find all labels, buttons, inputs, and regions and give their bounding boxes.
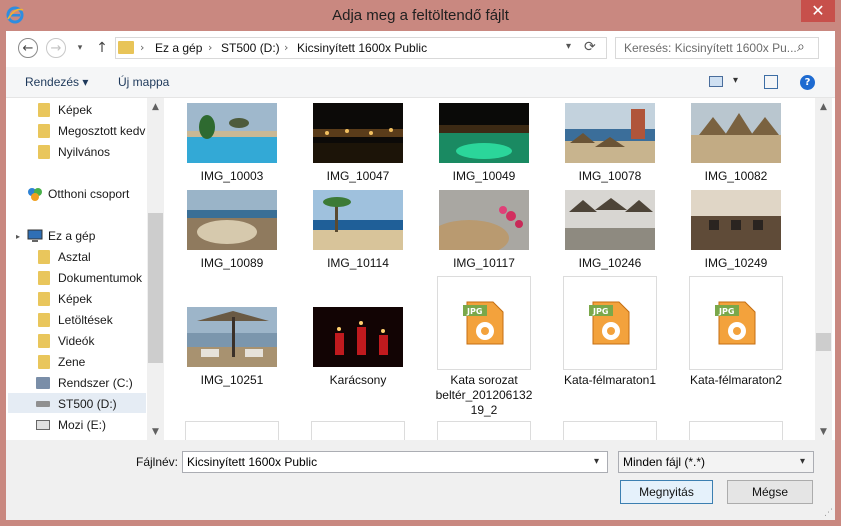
new-folder-button[interactable]: Új mappa <box>118 75 169 89</box>
image-thumbnail[interactable] <box>439 190 529 250</box>
refresh-icon[interactable]: ⟳ <box>584 39 596 55</box>
file-name[interactable]: IMG_10082 <box>676 169 796 184</box>
image-thumbnail[interactable] <box>565 190 655 250</box>
file-name[interactable]: IMG_10246 <box>550 256 670 271</box>
file-name[interactable]: IMG_10049 <box>424 169 544 184</box>
scroll-up-icon[interactable]: ▲ <box>148 102 163 112</box>
nav-item-documents[interactable]: Dokumentumok <box>58 271 146 291</box>
filename-input[interactable]: Kicsinyített 1600x Public <box>182 451 608 473</box>
search-placeholder: Keresés: Kicsinyített 1600x Pu... <box>624 41 797 55</box>
chevron-down-icon[interactable]: ▾ <box>594 456 599 467</box>
chevron-down-icon[interactable]: ▾ <box>800 456 805 467</box>
homegroup-icon <box>28 188 42 201</box>
image-thumbnail[interactable] <box>691 103 781 163</box>
videos-folder-icon <box>38 334 50 348</box>
image-thumbnail[interactable] <box>439 103 529 163</box>
file-name[interactable]: Karácsony <box>298 373 418 388</box>
desktop-folder-icon <box>38 250 50 264</box>
help-icon[interactable]: ? <box>800 75 815 90</box>
file-name[interactable]: IMG_10078 <box>550 169 670 184</box>
image-thumbnail[interactable] <box>313 103 403 163</box>
system-drive-icon <box>36 377 50 389</box>
file-name[interactable]: Kata-félmaraton1 <box>550 373 670 388</box>
preview-pane-icon[interactable] <box>764 75 778 89</box>
organize-button[interactable]: Rendezés ▾ <box>25 75 88 89</box>
forward-button[interactable]: → <box>46 38 66 58</box>
breadcrumb-this-pc[interactable]: Ez a gép <box>155 41 202 55</box>
drive-icon <box>36 420 50 430</box>
image-thumbnail[interactable] <box>313 190 403 250</box>
downloads-folder-icon <box>38 313 50 327</box>
recent-locations-icon[interactable]: ▾ <box>74 42 86 54</box>
chevron-down-icon[interactable]: ▾ <box>566 41 571 52</box>
image-thumbnail[interactable] <box>187 103 277 163</box>
view-options-icon[interactable] <box>709 76 723 87</box>
breadcrumb-separator: › <box>140 41 145 54</box>
file-name[interactable]: IMG_10117 <box>424 256 544 271</box>
pictures-folder-icon <box>38 292 50 306</box>
folder-icon <box>38 124 50 138</box>
nav-scrollbar-thumb[interactable] <box>148 213 163 363</box>
file-name[interactable]: Kata-félmaraton2 <box>676 373 796 388</box>
expand-icon[interactable]: ▸ <box>16 232 20 241</box>
breadcrumb-separator: › <box>284 41 289 54</box>
jpg-badge: JPG <box>467 307 483 316</box>
file-name[interactable]: beltér_201206132 <box>424 388 544 403</box>
cancel-button[interactable]: Mégse <box>727 480 813 504</box>
file-name[interactable]: IMG_10047 <box>298 169 418 184</box>
window-title: Adja meg a feltöltendő fájlt <box>332 7 509 24</box>
up-icon[interactable]: ↑ <box>93 38 111 58</box>
file-name[interactable]: IMG_10251 <box>172 373 292 388</box>
file-list-scrollbar-thumb[interactable] <box>816 333 831 351</box>
file-name[interactable]: 19_2 <box>424 403 544 418</box>
scroll-down-icon[interactable]: ▼ <box>148 427 163 437</box>
breadcrumb-separator: › <box>208 41 213 54</box>
file-tile[interactable] <box>689 421 783 441</box>
file-tile[interactable] <box>563 421 657 441</box>
breadcrumb-current-folder[interactable]: Kicsinyített 1600x Public <box>297 41 427 55</box>
folder-icon <box>38 145 50 159</box>
file-list-scrollbar[interactable] <box>815 98 832 440</box>
filename-label: Fájlnév: <box>136 455 179 469</box>
file-type-select[interactable]: Minden fájl (*.*) <box>618 451 814 473</box>
breadcrumb-st500[interactable]: ST500 (D:) <box>221 41 280 55</box>
search-icon[interactable]: ⌕ <box>797 39 805 55</box>
image-thumbnail[interactable] <box>691 190 781 250</box>
resize-grip-icon[interactable]: ⋰ <box>824 508 833 518</box>
scroll-up-icon[interactable]: ▲ <box>816 102 831 112</box>
image-thumbnail[interactable] <box>187 190 277 250</box>
file-tile[interactable] <box>311 421 405 441</box>
open-button[interactable]: Megnyitás <box>620 480 713 504</box>
file-tile[interactable] <box>185 421 279 441</box>
nav-item-shared-favorites[interactable]: Megosztott kedv <box>58 124 146 144</box>
drive-icon <box>36 401 50 407</box>
file-name[interactable]: IMG_10249 <box>676 256 796 271</box>
file-name[interactable]: IMG_10114 <box>298 256 418 271</box>
chevron-down-icon[interactable]: ▾ <box>733 75 738 86</box>
file-name[interactable]: IMG_10003 <box>172 169 292 184</box>
scroll-down-icon[interactable]: ▼ <box>816 427 831 437</box>
close-button[interactable]: ✕ <box>801 0 835 22</box>
jpg-badge: JPG <box>719 307 735 316</box>
documents-folder-icon <box>38 271 50 285</box>
image-thumbnail[interactable] <box>313 307 403 367</box>
file-tile[interactable] <box>437 421 531 441</box>
back-button[interactable]: ← <box>18 38 38 58</box>
image-thumbnail[interactable] <box>565 103 655 163</box>
folder-icon <box>38 103 50 117</box>
music-folder-icon <box>38 355 50 369</box>
file-name[interactable]: Kata sorozat <box>424 373 544 388</box>
computer-icon <box>27 229 43 242</box>
image-thumbnail[interactable] <box>187 307 277 367</box>
folder-icon <box>118 41 134 54</box>
jpg-badge: JPG <box>593 307 609 316</box>
file-name[interactable]: IMG_10089 <box>172 256 292 271</box>
